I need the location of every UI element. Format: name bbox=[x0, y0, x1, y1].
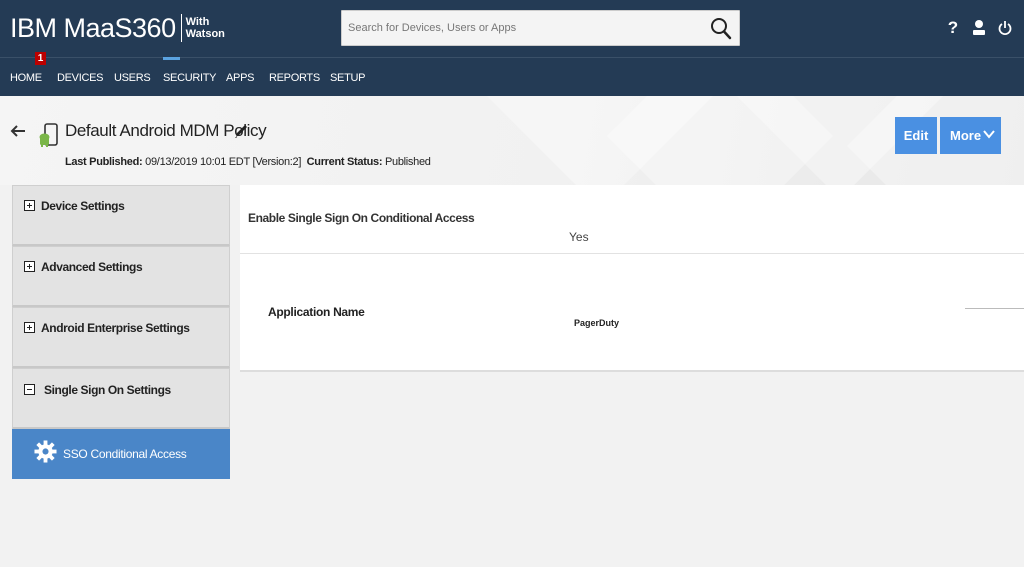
sidebar-item-label: Android Enterprise Settings bbox=[41, 321, 190, 335]
chevron-down-icon bbox=[983, 130, 995, 139]
user-icon[interactable] bbox=[972, 19, 986, 37]
gear-icon bbox=[34, 440, 57, 463]
brand-watson: Watson bbox=[185, 28, 225, 40]
application-name-value: PagerDuty bbox=[574, 318, 620, 328]
version-info: [Version:2] bbox=[252, 156, 302, 168]
nav-setup[interactable]: SETUP bbox=[330, 72, 365, 84]
sidebar-item-android-enterprise-settings[interactable]: Android Enterprise Settings bbox=[12, 307, 230, 368]
sidebar-item-label: Single Sign On Settings bbox=[44, 383, 171, 397]
last-published-label: Last Published: bbox=[65, 156, 143, 168]
nav-home[interactable]: HOME bbox=[10, 72, 42, 84]
settings-panel: Enable Single Sign On Conditional Access… bbox=[240, 185, 1024, 372]
help-icon[interactable]: ? bbox=[946, 18, 960, 38]
status-label: Current Status: bbox=[306, 156, 383, 168]
sidebar-subitem-label: SSO Conditional Access bbox=[63, 447, 187, 461]
sidebar-item-label: Advanced Settings bbox=[41, 260, 143, 274]
header-actions: ? bbox=[946, 18, 1012, 38]
nav-devices[interactable]: DEVICES bbox=[57, 72, 104, 84]
expand-icon bbox=[24, 322, 35, 333]
settings-sidebar: Device Settings Advanced Settings Androi… bbox=[12, 185, 230, 479]
nav-reports[interactable]: REPORTS bbox=[269, 72, 320, 84]
brand-divider bbox=[180, 14, 182, 42]
edit-button[interactable]: Edit bbox=[895, 117, 937, 154]
brand-name: IBM MaaS360 bbox=[10, 13, 176, 43]
last-published-value: 09/13/2019 10:01 EDT bbox=[145, 156, 250, 168]
brand-with: With bbox=[185, 16, 210, 28]
sidebar-subitem-sso-conditional-access[interactable]: SSO Conditional Access bbox=[12, 429, 230, 479]
sidebar-item-single-sign-on-settings[interactable]: Single Sign On Settings bbox=[12, 368, 230, 429]
setting-row-sso: Enable Single Sign On Conditional Access… bbox=[240, 185, 1024, 254]
sso-setting-value: Yes bbox=[569, 230, 589, 244]
back-arrow-icon[interactable] bbox=[10, 123, 26, 139]
sidebar-item-label: Device Settings bbox=[41, 199, 125, 213]
status-value: Published bbox=[384, 156, 431, 168]
more-button[interactable]: More bbox=[940, 117, 1001, 154]
nav-users[interactable]: USERS bbox=[114, 72, 151, 84]
android-device-icon bbox=[39, 123, 58, 147]
nav-security[interactable]: SECURITY bbox=[163, 72, 217, 84]
brand-subtitle: With Watson bbox=[186, 16, 225, 40]
brand-logo[interactable]: IBM MaaS360 With Watson bbox=[10, 12, 225, 44]
more-label: More bbox=[950, 128, 982, 143]
collapse-icon bbox=[24, 384, 35, 395]
sso-setting-label: Enable Single Sign On Conditional Access bbox=[248, 211, 475, 225]
search-box bbox=[341, 10, 740, 46]
main-nav: HOME 1 DEVICES USERS SECURITY APPS REPOR… bbox=[0, 52, 1024, 96]
top-header: IBM MaaS360 With Watson ? bbox=[0, 0, 1024, 57]
notification-badge: 1 bbox=[35, 52, 46, 65]
sidebar-item-advanced-settings[interactable]: Advanced Settings bbox=[12, 246, 230, 307]
expand-icon bbox=[24, 261, 35, 272]
policy-header: Default Android MDM Policy Last Publishe… bbox=[0, 96, 1024, 185]
expand-icon bbox=[24, 200, 35, 211]
search-icon[interactable] bbox=[709, 16, 733, 42]
nav-apps[interactable]: APPS bbox=[226, 72, 254, 84]
sidebar-item-device-settings[interactable]: Device Settings bbox=[12, 185, 230, 246]
search-input[interactable] bbox=[342, 11, 702, 45]
application-name-label: Application Name bbox=[268, 305, 365, 319]
nav-active-indicator bbox=[163, 57, 180, 60]
publish-info: Last Published: 09/13/2019 10:01 EDT [Ve… bbox=[65, 156, 431, 168]
divider bbox=[965, 308, 1024, 309]
power-icon[interactable] bbox=[998, 19, 1012, 37]
pencil-icon[interactable] bbox=[233, 122, 249, 140]
